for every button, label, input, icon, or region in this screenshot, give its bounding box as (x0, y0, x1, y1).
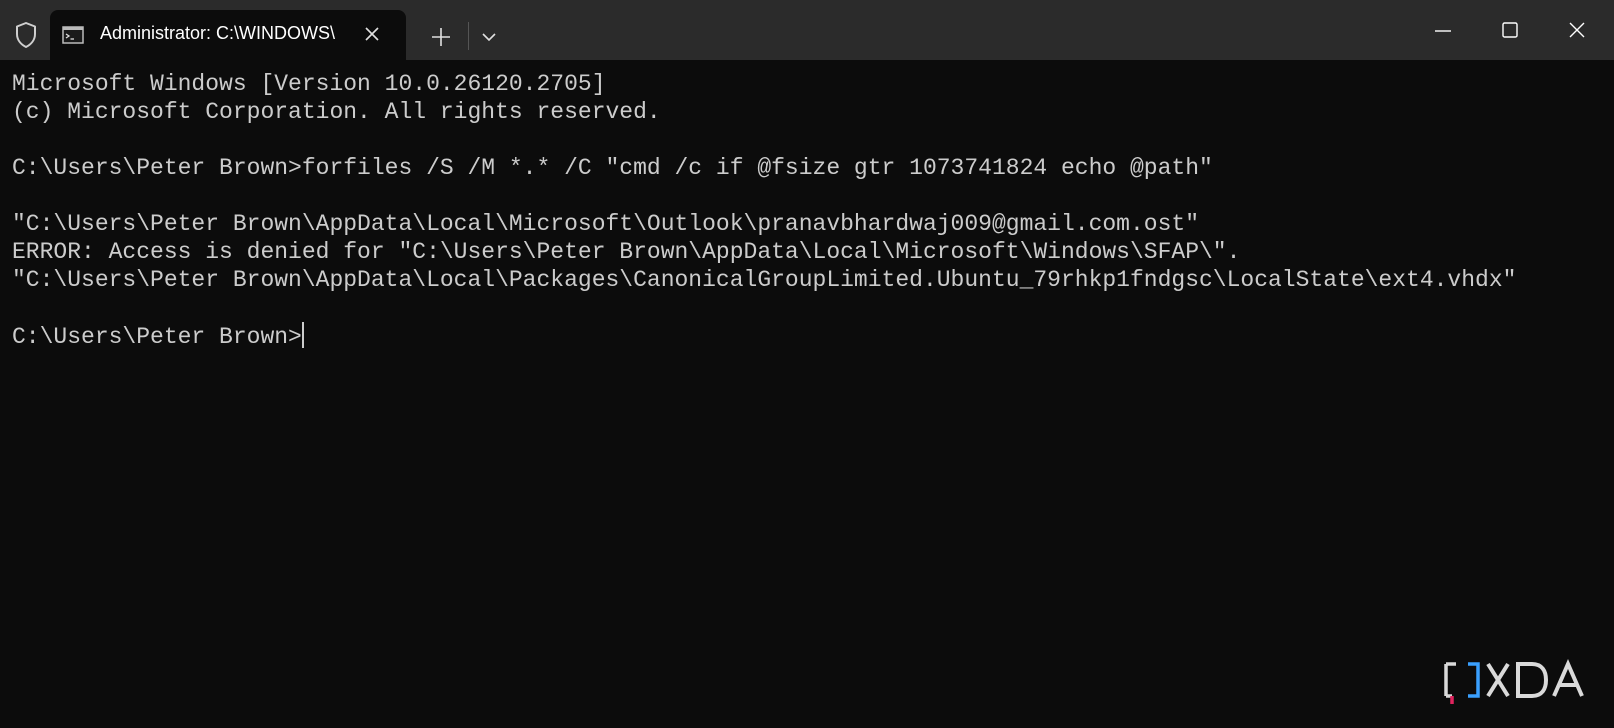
output-line: "C:\Users\Peter Brown\AppData\Local\Micr… (12, 211, 1199, 237)
minimize-icon[interactable] (1423, 14, 1463, 50)
maximize-icon[interactable] (1490, 14, 1530, 50)
output-line: (c) Microsoft Corporation. All rights re… (12, 99, 661, 125)
terminal-window: Administrator: C:\WINDOWS\ Microsoft Win… (0, 0, 1614, 728)
command-line: C:\Users\Peter Brown>forfiles /S /M *.* … (12, 155, 1213, 181)
xda-logo (1444, 659, 1584, 704)
tab-title: Administrator: C:\WINDOWS\ (100, 23, 336, 43)
text-cursor (301, 322, 304, 348)
shield-icon (16, 22, 36, 48)
plus-icon[interactable] (428, 24, 454, 50)
tab-divider (468, 22, 469, 50)
prompt-text: C:\Users\Peter Brown> (12, 324, 302, 350)
prompt-line[interactable]: C:\Users\Peter Brown> (12, 322, 1602, 350)
close-icon[interactable] (362, 24, 382, 44)
output-line: "C:\Users\Peter Brown\AppData\Local\Pack… (12, 267, 1517, 293)
close-icon[interactable] (1557, 14, 1597, 50)
terminal-icon (62, 26, 84, 44)
terminal-output[interactable]: Microsoft Windows [Version 10.0.26120.27… (12, 70, 1602, 710)
tab-administrator[interactable]: Administrator: C:\WINDOWS\ (50, 10, 406, 60)
title-bar: Administrator: C:\WINDOWS\ (0, 0, 1614, 60)
output-line: Microsoft Windows [Version 10.0.26120.27… (12, 71, 606, 97)
chevron-down-icon[interactable] (478, 26, 500, 48)
error-line: ERROR: Access is denied for "C:\Users\Pe… (12, 239, 1241, 265)
